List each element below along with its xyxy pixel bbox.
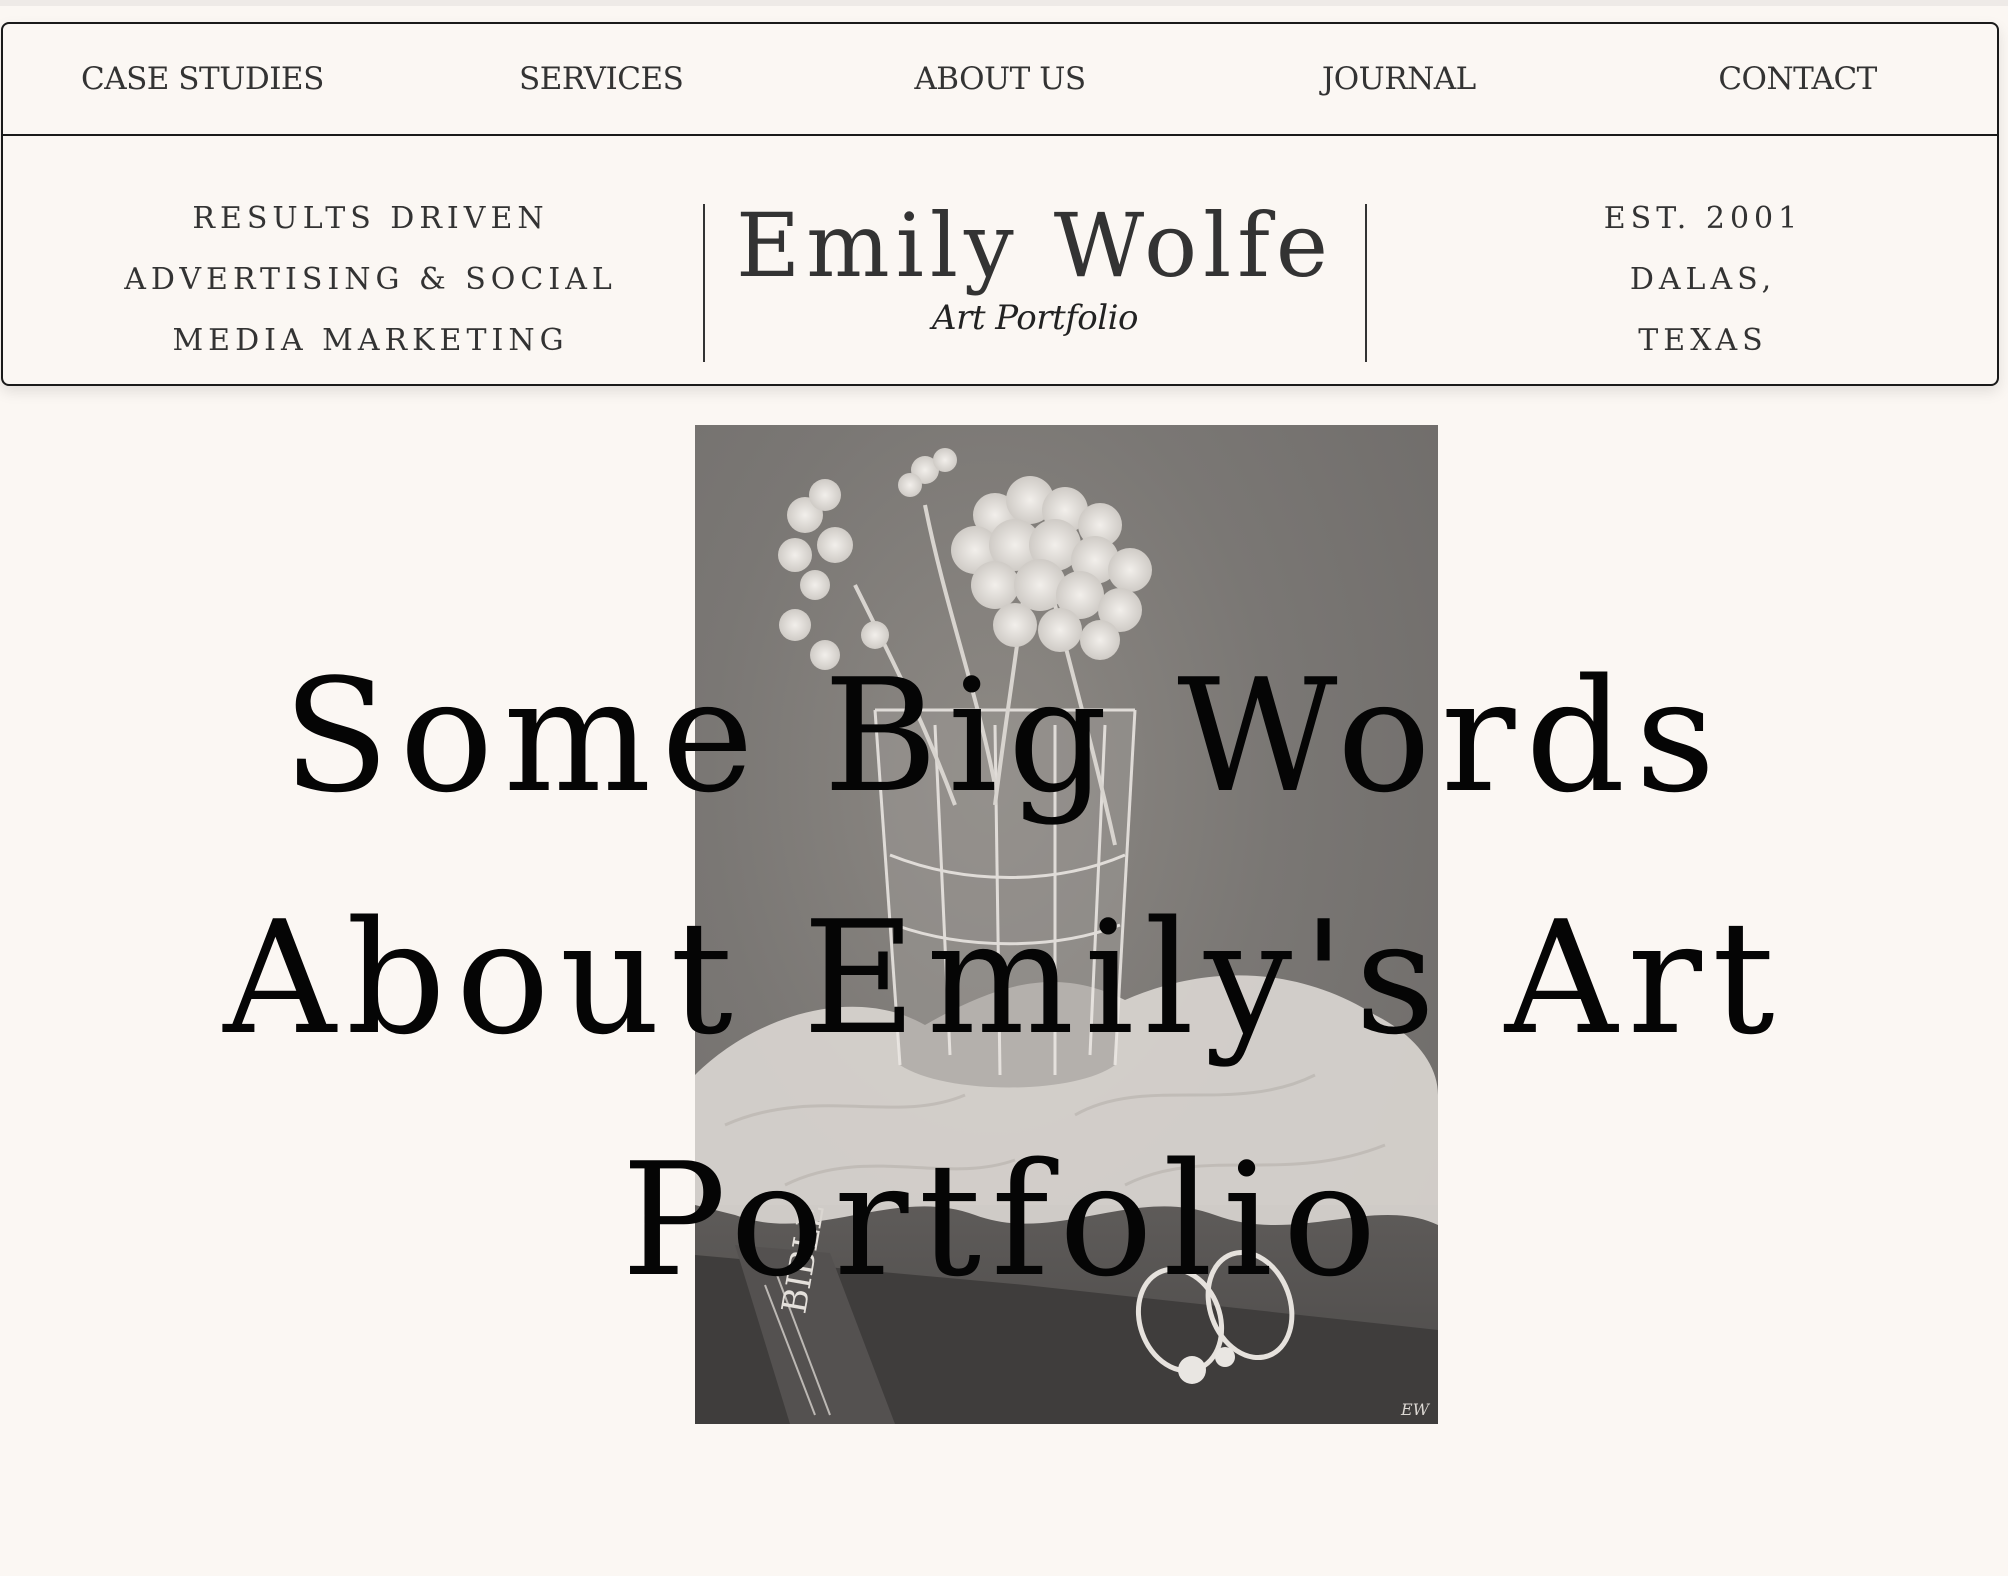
brand-logo[interactable]: Emily Wolfe Art Portfolio [705, 194, 1365, 339]
tagline-right-line: TEXAS [1638, 323, 1768, 358]
tagline-left-line: ADVERTISING & SOCIAL [124, 262, 617, 297]
tagline-right: EST. 2001 DALAS, TEXAS [1423, 188, 1983, 371]
brand-row: RESULTS DRIVEN ADVERTISING & SOCIAL MEDI… [3, 136, 1997, 386]
nav-item-about-us[interactable]: ABOUT US [801, 61, 1200, 97]
top-strip [0, 0, 2008, 6]
nav-item-contact[interactable]: CONTACT [1598, 61, 1997, 97]
nav-item-journal[interactable]: JOURNAL [1199, 61, 1598, 97]
site-header: CASE STUDIES SERVICES ABOUT US JOURNAL C… [1, 22, 1999, 386]
hero-heading: Some Big Words About Emily's Art Portfol… [0, 615, 2008, 1341]
hero-line: Portfolio [621, 1129, 1387, 1311]
brand-name: Emily Wolfe [736, 194, 1334, 297]
nav-item-case-studies[interactable]: CASE STUDIES [3, 61, 402, 97]
tagline-right-line: DALAS, [1629, 262, 1777, 297]
tagline-left-line: MEDIA MARKETING [172, 323, 569, 358]
hero-line: Some Big Words [282, 645, 1726, 827]
artist-signature: EW [1400, 1400, 1431, 1419]
main-nav: CASE STUDIES SERVICES ABOUT US JOURNAL C… [3, 24, 1997, 136]
tagline-left-line: RESULTS DRIVEN [192, 201, 549, 236]
divider-right [1365, 204, 1367, 362]
tagline-left: RESULTS DRIVEN ADVERTISING & SOCIAL MEDI… [103, 188, 638, 371]
hero-line: About Emily's Art [223, 887, 1785, 1069]
tagline-right-line: EST. 2001 [1603, 201, 1803, 236]
nav-item-services[interactable]: SERVICES [402, 61, 801, 97]
brand-subtitle: Art Portfolio [932, 298, 1138, 338]
